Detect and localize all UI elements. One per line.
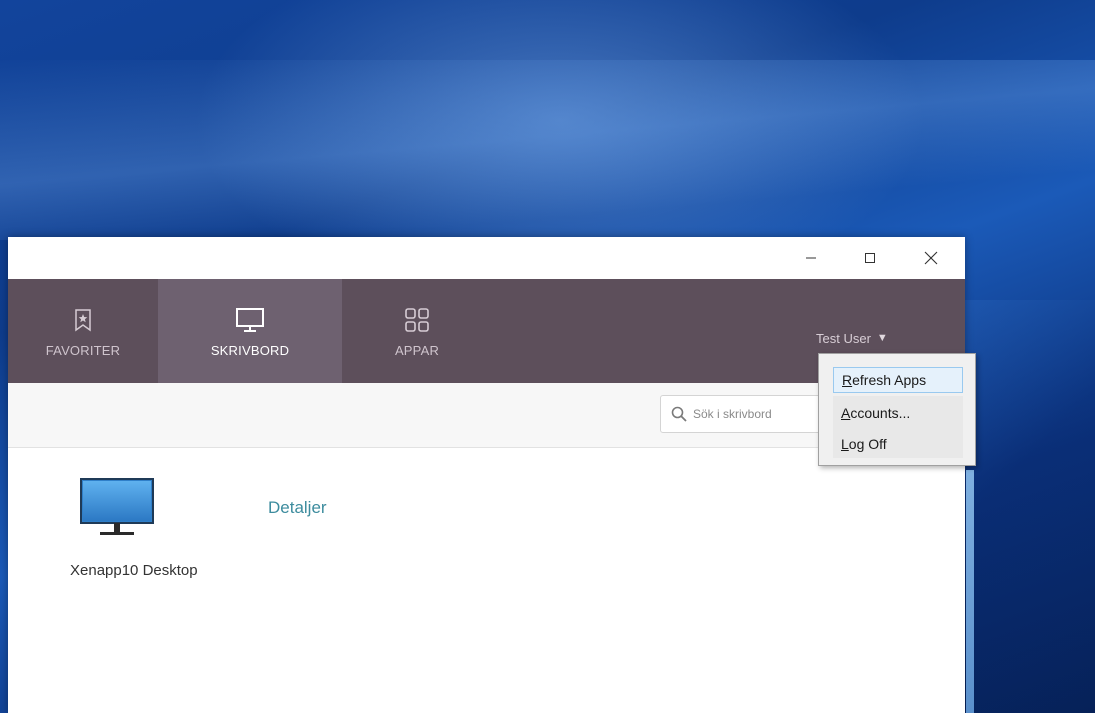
- app-grid-icon: [405, 307, 429, 332]
- minimize-icon: [806, 257, 816, 259]
- tab-label: APPAR: [394, 342, 440, 358]
- tab-label: SKRIVBORD: [210, 342, 290, 358]
- search-placeholder: Sök i skrivbord: [693, 407, 772, 421]
- desktop-monitor-icon: [80, 478, 154, 535]
- tab-appar[interactable]: APPAR: [342, 279, 492, 383]
- app-window: FAVORITER SKRIVBORD APPAR Test User ▼ Sö…: [8, 237, 965, 713]
- caret-down-icon: ▼: [876, 332, 888, 344]
- minimize-button[interactable]: [793, 241, 829, 275]
- maximize-button[interactable]: [852, 241, 888, 275]
- tab-label: FAVORITER: [45, 342, 121, 358]
- user-dropdown-menu: Refresh Apps Accounts... Log Off: [818, 353, 976, 466]
- tab-skrivbord[interactable]: SKRIVBORD: [158, 279, 342, 383]
- user-name: Test User: [816, 330, 871, 346]
- details-link[interactable]: Detaljer: [268, 498, 327, 518]
- search-icon: [671, 406, 687, 422]
- menu-item-label: og Off: [848, 436, 887, 452]
- menu-item-accounts[interactable]: Accounts...: [833, 400, 963, 426]
- menu-item-label: ccounts...: [850, 405, 911, 421]
- tab-favoriter[interactable]: FAVORITER: [8, 279, 158, 383]
- maximize-icon: [865, 253, 875, 263]
- accelerator-key: L: [841, 436, 849, 452]
- desktop-name: Xenapp10 Desktop: [70, 562, 198, 579]
- close-icon: [924, 251, 938, 265]
- desktops-content: Xenapp10 Desktop Detaljer: [8, 448, 965, 713]
- menu-item-label: efresh Apps: [852, 372, 927, 388]
- monitor-icon: [236, 307, 264, 332]
- user-menu-button[interactable]: Test User ▼: [816, 321, 888, 355]
- menu-item-log-off[interactable]: Log Off: [833, 431, 963, 457]
- search-input[interactable]: Sök i skrivbord: [660, 395, 830, 433]
- background-window-edge: [966, 470, 974, 713]
- menu-item-refresh-apps[interactable]: Refresh Apps: [833, 367, 963, 393]
- title-bar: [8, 237, 965, 279]
- accelerator-key: A: [841, 405, 851, 421]
- desktop-light-beam: [0, 60, 1095, 240]
- bookmark-star-icon: [75, 308, 91, 331]
- close-button[interactable]: [913, 241, 949, 275]
- accelerator-key: R: [842, 372, 853, 388]
